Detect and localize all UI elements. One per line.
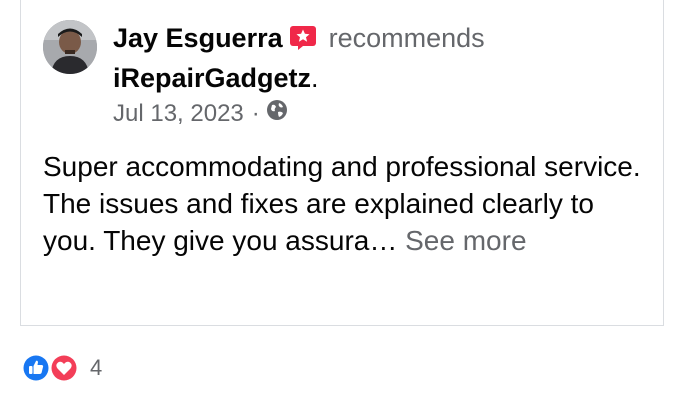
post-body-text: Super accommodating and professional ser… <box>43 151 641 256</box>
page-name-suffix: . <box>311 63 319 93</box>
love-icon <box>50 354 78 382</box>
star-recommend-icon <box>289 24 317 60</box>
post-date[interactable]: Jul 13, 2023 <box>113 99 244 129</box>
meta-separator: · <box>251 100 260 127</box>
post-header: Jay Esguerra recommends iRepairGadgetz. <box>113 20 653 96</box>
author-avatar[interactable] <box>43 20 97 74</box>
like-icon <box>22 354 50 382</box>
author-name[interactable]: Jay Esguerra <box>113 23 283 53</box>
reaction-icons <box>22 354 78 382</box>
page-name-link[interactable]: iRepairGadgetz <box>113 63 311 93</box>
globe-icon <box>266 99 288 129</box>
post-meta: Jul 13, 2023 · <box>113 99 288 129</box>
recommends-verb: recommends <box>328 23 485 53</box>
reactions-bar[interactable]: 4 <box>20 352 102 384</box>
see-more-link[interactable]: See more <box>405 225 526 256</box>
reaction-count: 4 <box>90 355 103 380</box>
avatar-photo <box>43 20 97 74</box>
post-body: Super accommodating and professional ser… <box>43 148 643 259</box>
